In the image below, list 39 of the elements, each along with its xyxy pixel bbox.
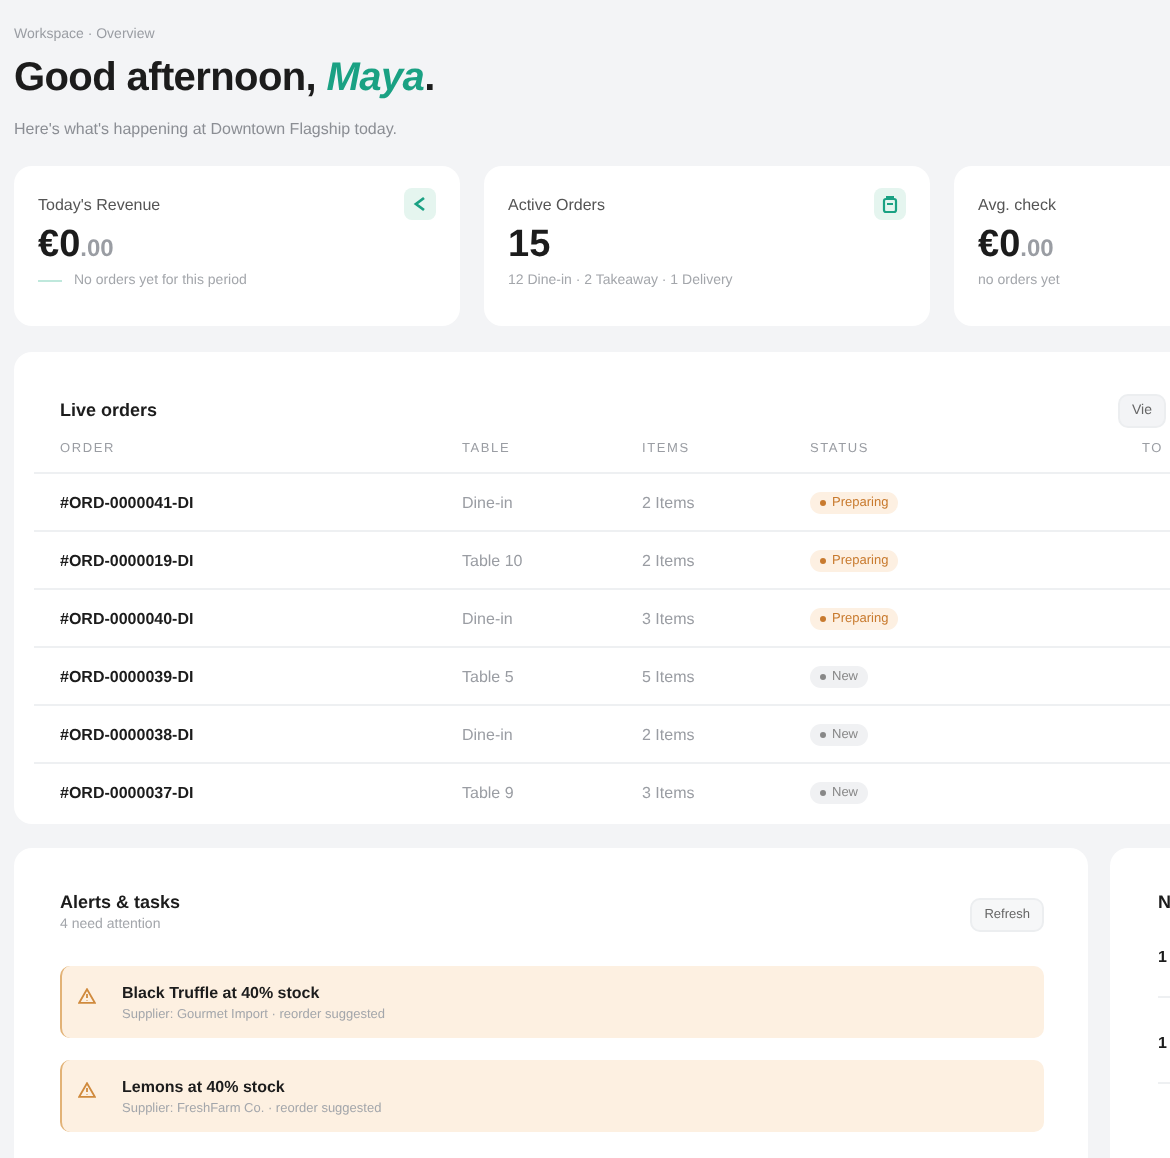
items-cell-text: 2 Items [642, 493, 697, 511]
table-cell-text: Table 5 [462, 667, 516, 685]
side-value: 1 [1158, 1034, 1167, 1052]
bag-icon [880, 194, 900, 214]
items-cell-text: 2 Items [642, 725, 697, 743]
card-title: Alerts & tasks [60, 892, 181, 912]
warning-icon [78, 1082, 96, 1098]
table-cell-text: Dine-in [462, 493, 515, 511]
side-value: 1 [1158, 948, 1167, 966]
table-cell-text: Table 10 [462, 551, 525, 569]
stat-cents: .00 [1020, 234, 1054, 262]
card-title: Live orders [60, 400, 158, 420]
order-id: #ORD-0000038-DI [60, 725, 196, 743]
table-cell-text: Table 9 [462, 783, 516, 801]
order-id: #ORD-0000019-DI [60, 551, 196, 569]
stat-cents: .00 [80, 234, 114, 262]
stat-value: €0 [38, 224, 81, 266]
stat-value: 15 [508, 224, 551, 266]
order-id: #ORD-0000037-DI [60, 783, 196, 801]
warning-icon [78, 988, 96, 1004]
greeting-title: Good afternoon, Maya. [14, 56, 437, 102]
stat-value: €0 [978, 224, 1021, 266]
order-id: #ORD-0000041-DI [60, 493, 196, 511]
order-id: #ORD-0000039-DI [60, 667, 196, 685]
table-cell-text: Dine-in [462, 609, 515, 627]
stat-label: Avg. check [978, 195, 1056, 213]
items-cell-text: 3 Items [642, 783, 697, 801]
items-cell-text: 2 Items [642, 551, 697, 569]
alert-title: Black Truffle at 40% stock [122, 984, 322, 1002]
stat-label: Today's Revenue [38, 195, 161, 213]
chevron-icon [410, 194, 430, 214]
subtitle: Here's what's happening at Downtown Flagship today. [14, 120, 399, 138]
items-cell-text: 3 Items [642, 609, 697, 627]
order-id: #ORD-0000040-DI [60, 609, 196, 627]
table-cell-text: Dine-in [462, 725, 515, 743]
card-title: N [1158, 892, 1170, 912]
alert-title: Lemons at 40% stock [122, 1078, 287, 1096]
stat-label: Active Orders [508, 195, 605, 213]
items-cell-text: 5 Items [642, 667, 697, 685]
